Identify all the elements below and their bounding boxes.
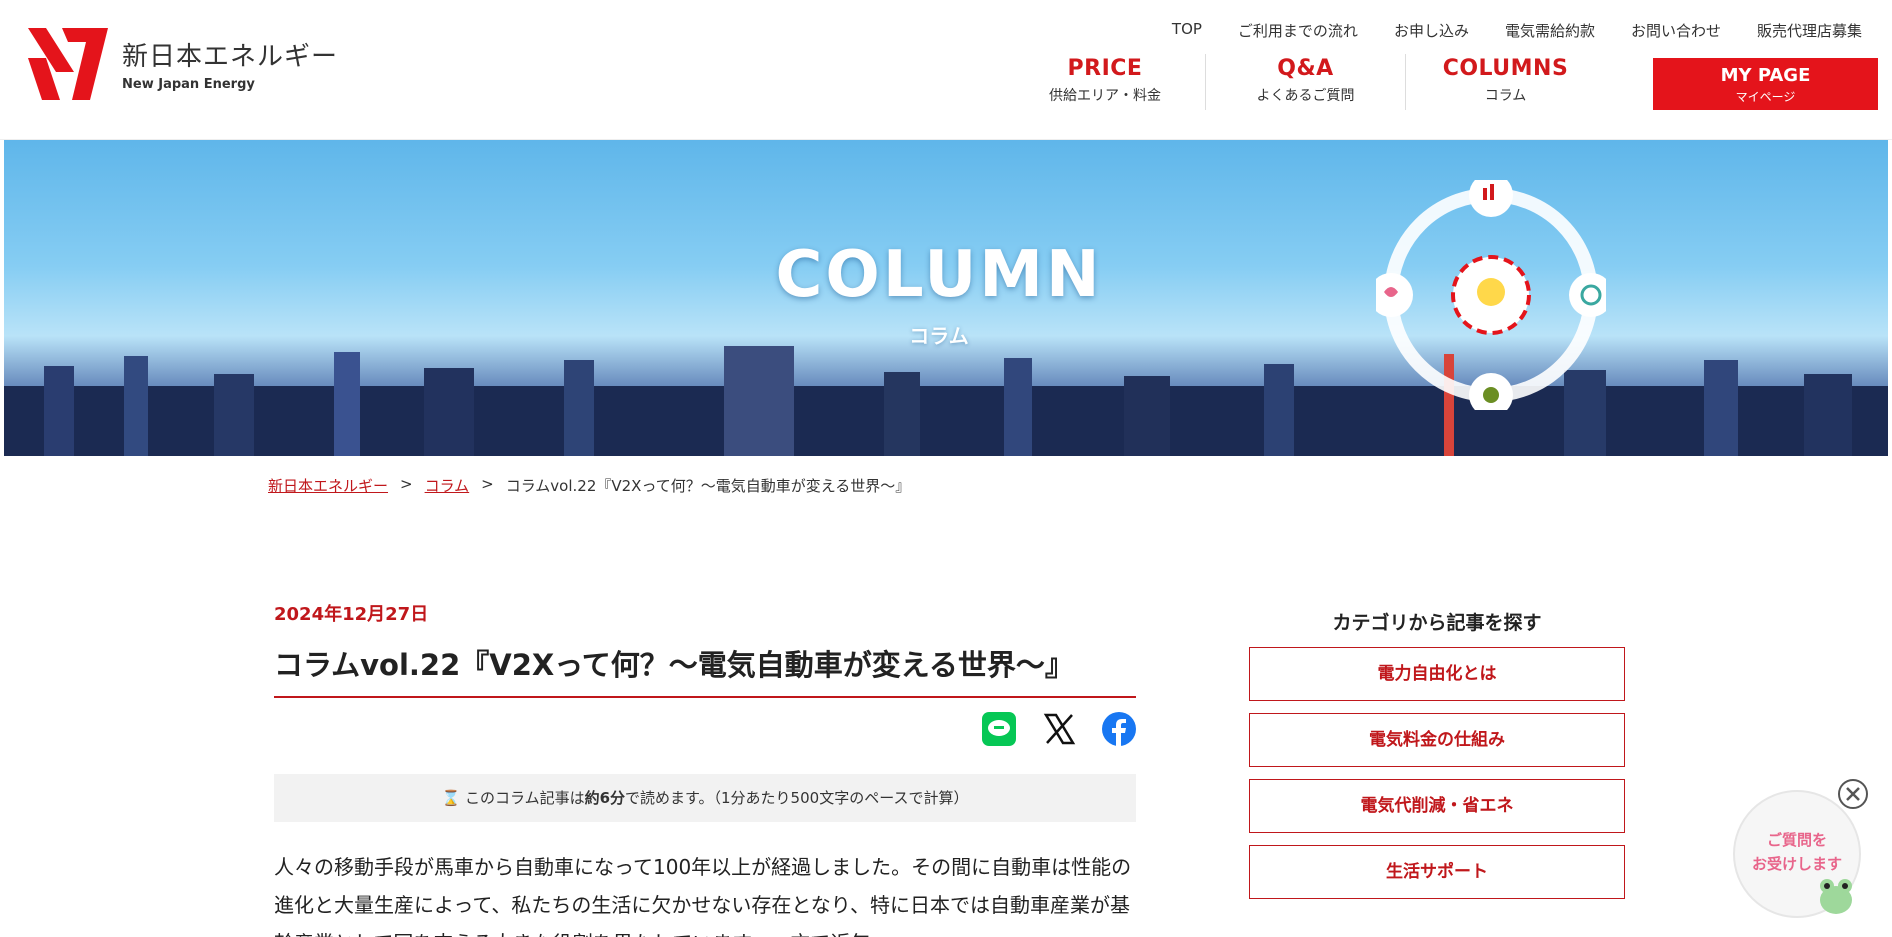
article: 2024年12月27日 コラムvol.22『V2Xって何？～電気自動車が変える世… (274, 600, 1136, 937)
top-nav-agency[interactable]: 販売代理店募集 (1757, 20, 1862, 41)
nav-qa-sub: よくあるご質問 (1256, 88, 1355, 104)
top-nav-contact[interactable]: お問い合わせ (1631, 20, 1721, 41)
top-nav-top[interactable]: TOP (1172, 20, 1202, 41)
mypage-button[interactable]: MY PAGE マイページ (1653, 58, 1878, 110)
site-logo[interactable]: 新日本エネルギー New Japan Energy (28, 28, 338, 100)
close-icon[interactable] (1837, 778, 1869, 810)
nav-price-label: PRICE (1067, 56, 1143, 81)
sidebar-title: カテゴリから記事を探す (1332, 612, 1542, 634)
nav-price-sub: 供給エリア・料金 (1049, 88, 1161, 104)
category-sidebar: カテゴリから記事を探す 電力自由化とは 電気料金の仕組み 電気代削減・省エネ 生… (1249, 608, 1625, 899)
site-header: 新日本エネルギー New Japan Energy TOP ご利用までの流れ お… (0, 0, 1892, 140)
category-liberalization[interactable]: 電力自由化とは (1249, 647, 1625, 701)
nav-columns[interactable]: COLUMNS コラム (1405, 54, 1605, 110)
nav-columns-sub: コラム (1484, 88, 1527, 104)
article-date: 2024年12月27日 (274, 604, 429, 625)
share-buttons (982, 712, 1136, 746)
chat-line1: ご質問を (1766, 831, 1827, 849)
line-share-icon[interactable] (982, 712, 1016, 746)
hourglass-icon: ⌛ (441, 789, 461, 807)
readtime-pre: このコラム記事は (465, 789, 585, 807)
breadcrumb-separator: > (481, 475, 494, 493)
mypage-label: MY PAGE (1720, 65, 1811, 86)
breadcrumb-current: コラムvol.22『V2Xって何？～電気自動車が変える世界～』 (505, 477, 911, 495)
brand-logo-icon (28, 28, 108, 100)
breadcrumb-home[interactable]: 新日本エネルギー (268, 475, 388, 496)
readtime-value: 約6分 (584, 789, 626, 807)
sustainability-cycle-icon (1376, 180, 1606, 410)
top-nav-terms[interactable]: 電気需給約款 (1505, 20, 1595, 41)
top-nav: TOP ご利用までの流れ お申し込み 電気需給約款 お問い合わせ 販売代理店募集 (1172, 20, 1862, 41)
nav-qa-label: Q&A (1277, 56, 1334, 81)
top-nav-apply[interactable]: お申し込み (1394, 20, 1469, 41)
breadcrumb-section[interactable]: コラム (425, 475, 470, 496)
x-share-icon[interactable] (1042, 712, 1076, 746)
logo-name-jp: 新日本エネルギー (122, 42, 339, 72)
top-nav-flow[interactable]: ご利用までの流れ (1238, 20, 1358, 41)
breadcrumb-separator: > (400, 475, 413, 493)
hero-banner: COLUMN コラム (4, 140, 1888, 456)
frog-mascot-icon (1820, 879, 1852, 914)
main-nav: PRICE 供給エリア・料金 Q&A よくあるご質問 COLUMNS コラム (1005, 54, 1605, 110)
article-title: コラムvol.22『V2Xって何？～電気自動車が変える世界～』 (274, 642, 1136, 698)
logo-name-en: New Japan Energy (122, 77, 255, 92)
facebook-share-icon[interactable] (1102, 712, 1136, 746)
category-energy-saving[interactable]: 電気代削減・省エネ (1249, 779, 1625, 833)
nav-price[interactable]: PRICE 供給エリア・料金 (1005, 54, 1205, 110)
mypage-sub: マイページ (1735, 90, 1796, 104)
nav-columns-label: COLUMNS (1442, 56, 1569, 81)
readtime-post: で読めます。（1分あたり500文字のペースで計算） (625, 789, 969, 807)
category-pricing[interactable]: 電気料金の仕組み (1249, 713, 1625, 767)
article-body: 人々の移動手段が馬車から自動車になって100年以上が経過しました。その間に自動車… (274, 855, 1132, 937)
reading-time-box: ⌛ このコラム記事は約6分で読めます。（1分あたり500文字のペースで計算） (274, 774, 1136, 822)
nav-qa[interactable]: Q&A よくあるご質問 (1205, 54, 1405, 110)
category-life-support[interactable]: 生活サポート (1249, 845, 1625, 899)
breadcrumb: 新日本エネルギー > コラム > コラムvol.22『V2Xって何？～電気自動車… (268, 475, 910, 496)
